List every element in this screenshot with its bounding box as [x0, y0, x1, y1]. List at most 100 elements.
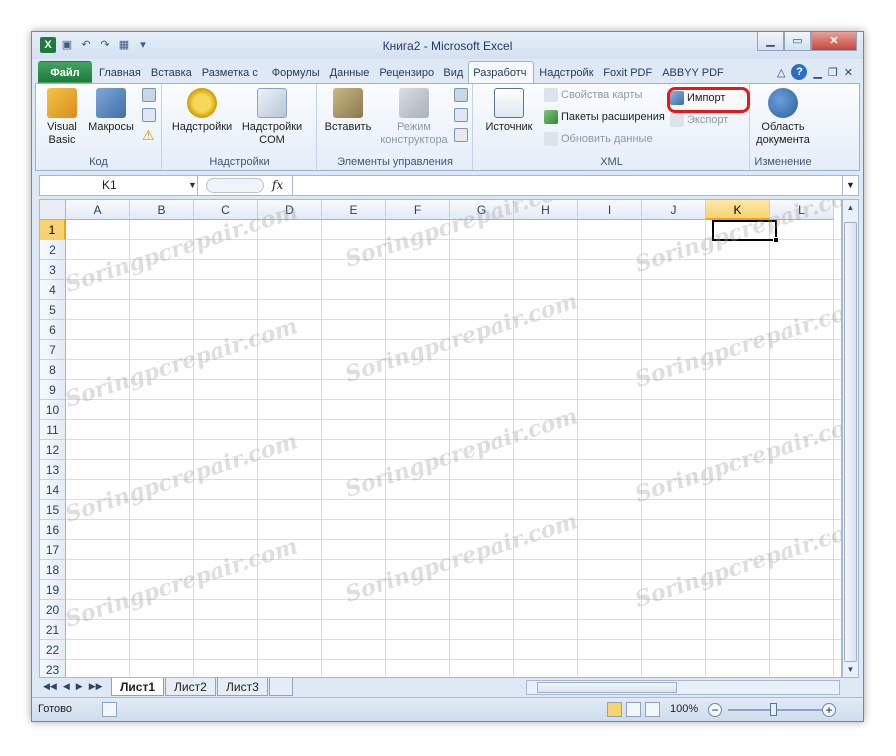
last-sheet-icon[interactable]: ▶▶ [89, 681, 103, 692]
column-header-i[interactable]: I [578, 200, 642, 220]
column-header-b[interactable]: B [130, 200, 194, 220]
column-header-h[interactable]: H [514, 200, 578, 220]
minimize-button[interactable]: ▁ [757, 32, 784, 51]
column-header-d[interactable]: D [258, 200, 322, 220]
doc-close-icon[interactable]: ✕ [844, 66, 853, 79]
tab-abbyy-pdf[interactable]: ABBYY PDF [657, 61, 729, 83]
sheet-tab-3[interactable]: Лист3 [217, 678, 268, 696]
zoom-level[interactable]: 100% [670, 703, 698, 715]
doc-minimize-icon[interactable]: ▁ [813, 66, 821, 79]
tab-file[interactable]: Файл [38, 61, 92, 83]
row-header-8[interactable]: 8 [40, 360, 66, 380]
row-header-14[interactable]: 14 [40, 480, 66, 500]
column-header-f[interactable]: F [386, 200, 450, 220]
row-header-16[interactable]: 16 [40, 520, 66, 540]
maximize-button[interactable]: ▭ [784, 32, 811, 51]
source-button[interactable]: Источник [478, 88, 540, 134]
expand-formula-bar-icon[interactable]: ▼ [842, 176, 858, 195]
vertical-scrollbar[interactable]: ▲ ▼ [842, 199, 859, 678]
column-header-l[interactable]: L [770, 200, 834, 220]
expansion-packs-button[interactable]: Пакеты расширения [544, 108, 665, 126]
row-header-23[interactable]: 23 [40, 660, 66, 677]
row-header-22[interactable]: 22 [40, 640, 66, 660]
ribbon-collapse-icon[interactable]: △ [777, 66, 785, 79]
document-panel-button[interactable]: Область документа [751, 88, 815, 147]
tab-page-layout[interactable]: Разметка с [197, 61, 267, 83]
tab-foxit-pdf[interactable]: Foxit PDF [598, 61, 657, 83]
row-header-6[interactable]: 6 [40, 320, 66, 340]
insert-sheet-icon[interactable] [269, 678, 293, 696]
tab-review[interactable]: Рецензиро [374, 61, 438, 83]
relative-refs-button[interactable] [142, 106, 156, 124]
visual-basic-button[interactable]: Visual Basic [42, 88, 82, 147]
row-header-13[interactable]: 13 [40, 460, 66, 480]
column-header-e[interactable]: E [322, 200, 386, 220]
row-header-10[interactable]: 10 [40, 400, 66, 420]
close-button[interactable]: ✕ [811, 32, 857, 51]
properties-button[interactable] [454, 86, 468, 104]
zoom-slider[interactable] [728, 709, 828, 711]
first-sheet-icon[interactable]: ◀◀ [43, 681, 57, 692]
row-header-3[interactable]: 3 [40, 260, 66, 280]
map-properties-button[interactable]: Свойства карты [544, 86, 642, 104]
com-addins-button[interactable]: Надстройки COM [237, 88, 307, 147]
fill-handle[interactable] [773, 237, 779, 243]
macro-record-icon[interactable] [102, 702, 117, 717]
select-all-corner[interactable] [40, 200, 66, 220]
row-header-20[interactable]: 20 [40, 600, 66, 620]
macros-button[interactable]: Макросы [84, 88, 138, 134]
row-header-17[interactable]: 17 [40, 540, 66, 560]
prev-sheet-icon[interactable]: ◀ [63, 681, 70, 692]
export-button[interactable]: Экспорт [670, 111, 728, 129]
help-icon[interactable]: ? [791, 64, 808, 80]
row-header-11[interactable]: 11 [40, 420, 66, 440]
column-header-a[interactable]: A [66, 200, 130, 220]
tab-addins[interactable]: Надстройк [534, 61, 598, 83]
sheet-tab-2[interactable]: Лист2 [165, 678, 216, 696]
row-header-18[interactable]: 18 [40, 560, 66, 580]
row-header-15[interactable]: 15 [40, 500, 66, 520]
macro-security-button[interactable]: ⚠ [142, 126, 155, 144]
column-header-g[interactable]: G [450, 200, 514, 220]
page-layout-view-icon[interactable] [626, 702, 641, 717]
view-code-button[interactable] [454, 106, 468, 124]
row-header-19[interactable]: 19 [40, 580, 66, 600]
design-mode-button[interactable]: Режим конструктора [376, 88, 452, 147]
sheet-tab-1[interactable]: Лист1 [111, 678, 165, 696]
zoom-slider-thumb[interactable] [770, 703, 777, 716]
name-box[interactable]: K1 [40, 176, 198, 195]
column-header-j[interactable]: J [642, 200, 706, 220]
row-header-2[interactable]: 2 [40, 240, 66, 260]
insert-control-button[interactable]: Вставить [320, 88, 376, 134]
row-header-1[interactable]: 1 [40, 220, 66, 240]
name-box-dropdown-icon[interactable]: ▼ [188, 176, 197, 195]
row-header-21[interactable]: 21 [40, 620, 66, 640]
scroll-up-icon[interactable]: ▲ [843, 200, 858, 215]
scroll-down-icon[interactable]: ▼ [843, 662, 858, 677]
row-header-12[interactable]: 12 [40, 440, 66, 460]
addins-button[interactable]: Надстройки [169, 88, 235, 134]
tab-home[interactable]: Главная [94, 61, 146, 83]
doc-restore-icon[interactable]: ❐ [828, 66, 838, 79]
row-header-7[interactable]: 7 [40, 340, 66, 360]
page-break-view-icon[interactable] [645, 702, 660, 717]
spreadsheet-grid[interactable]: A B C D E F G H I J K L 1 2 3 4 5 6 7 8 9 10 11 12 13 14 15 16 17 18 1… [39, 199, 842, 678]
row-header-4[interactable]: 4 [40, 280, 66, 300]
zoom-in-icon[interactable]: + [822, 703, 836, 717]
zoom-out-icon[interactable]: − [708, 703, 722, 717]
tab-view[interactable]: Вид [438, 61, 468, 83]
record-macro-button[interactable] [142, 86, 156, 104]
tab-developer[interactable]: Разработч [468, 61, 535, 83]
selected-cell[interactable] [712, 220, 777, 241]
tab-insert[interactable]: Вставка [146, 61, 197, 83]
tab-data[interactable]: Данные [325, 61, 375, 83]
run-dialog-button[interactable] [454, 126, 468, 144]
column-header-c[interactable]: C [194, 200, 258, 220]
column-header-k[interactable]: K [706, 200, 770, 220]
vertical-scroll-thumb[interactable] [844, 222, 857, 662]
refresh-data-button[interactable]: Обновить данные [544, 130, 653, 148]
next-sheet-icon[interactable]: ▶ [76, 681, 83, 692]
row-header-9[interactable]: 9 [40, 380, 66, 400]
horizontal-scroll-thumb[interactable] [537, 682, 677, 693]
tab-formulas[interactable]: Формулы [267, 61, 325, 83]
